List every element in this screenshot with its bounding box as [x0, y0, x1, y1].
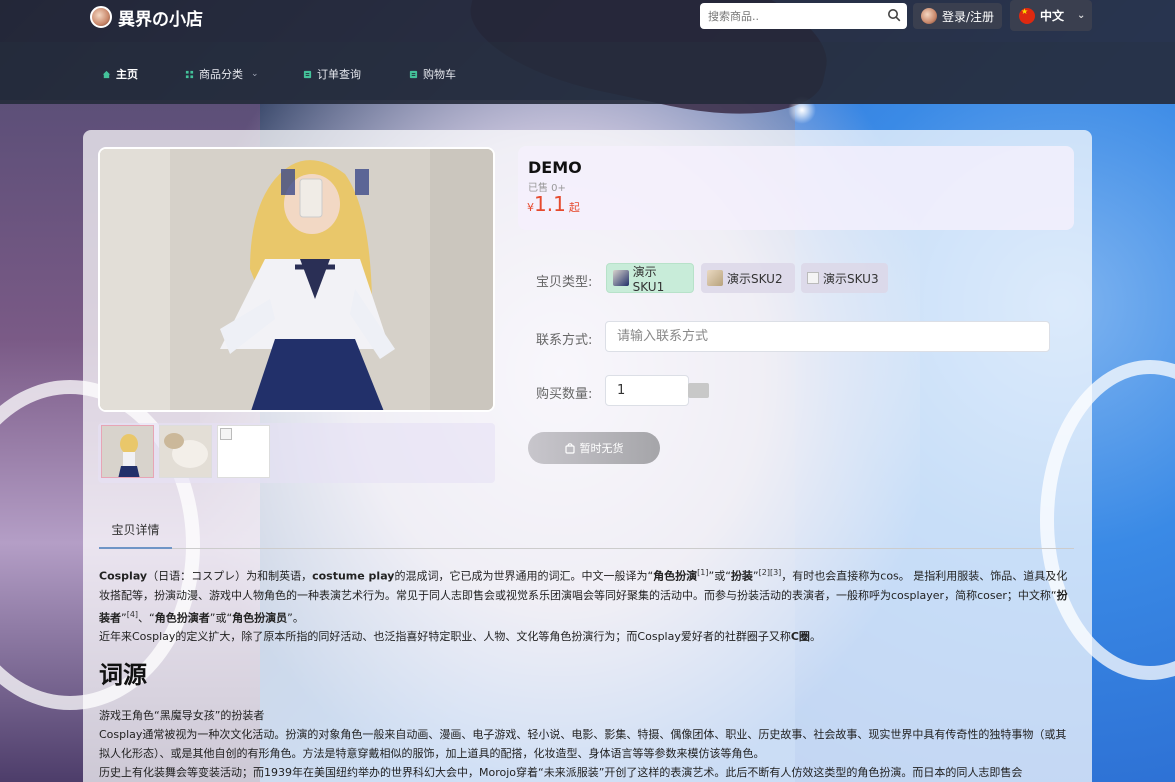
grid-icon — [185, 70, 194, 78]
search-icon[interactable] — [887, 8, 901, 22]
description-paragraph: 近年来Cosplay的定义扩大，除了原本所指的同好活动、也泛指喜好特定职业、人物… — [99, 630, 821, 644]
language-label: 中文 — [1040, 9, 1065, 23]
nav-item-categories[interactable]: 商品分类 ⌄ — [185, 66, 303, 82]
brand[interactable]: 異界の小店 — [90, 5, 203, 30]
brand-name: 異界の小店 — [118, 9, 203, 30]
price-value: 1.1 — [534, 192, 566, 216]
thumbnail-strip — [98, 423, 495, 483]
buy-button[interactable]: 暂时无货 — [528, 432, 660, 464]
product-price: ¥1.1 起 — [527, 192, 580, 216]
product-info-box: DEMO 已售 0+ ¥1.1 起 — [518, 146, 1074, 230]
currency-symbol: ¥ — [527, 201, 534, 214]
product-title: DEMO — [528, 158, 582, 177]
tab-product-details[interactable]: 宝贝详情 — [99, 511, 172, 549]
quantity-input[interactable]: 1 — [605, 375, 689, 406]
nav-item-home[interactable]: 主页 — [102, 66, 185, 82]
login-register-button[interactable]: 登录/注册 — [913, 3, 1002, 29]
sku-option-label: 演示SKU3 — [823, 271, 879, 286]
sku-option-1[interactable]: 演示SKU1 — [606, 263, 694, 294]
nav-item-label: 购物车 — [423, 68, 456, 81]
description-paragraph: 历史上有化装舞会等变装活动；而1939年在美国纽约举办的世界科幻大会中，Moro… — [99, 766, 1023, 780]
chevron-down-icon: ⌄ — [1077, 10, 1086, 21]
nav-item-label: 商品分类 — [199, 68, 243, 81]
language-selector[interactable]: 中文 ⌄ — [1010, 0, 1092, 31]
search-input[interactable] — [700, 4, 875, 28]
product-card: DEMO 已售 0+ ¥1.1 起 宝贝类型: 演示SKU1 演示SKU2 演示S… — [83, 130, 1092, 782]
chevron-down-icon: ⌄ — [251, 69, 259, 79]
login-label: 登录/注册 — [942, 9, 995, 24]
quantity-label: 购买数量: — [536, 387, 593, 402]
shopping-bag-icon — [564, 442, 575, 454]
section-heading: 词源 — [99, 661, 147, 690]
thumbnail-image — [102, 426, 153, 477]
contact-input[interactable]: 请输入联系方式 — [605, 321, 1050, 352]
sku-option-2[interactable]: 演示SKU2 — [701, 263, 795, 293]
broken-image-icon — [220, 428, 232, 440]
home-icon — [102, 70, 111, 78]
broken-image-icon — [807, 272, 819, 284]
citation-link[interactable]: [1] — [697, 568, 708, 577]
quantity-stepper[interactable] — [688, 383, 709, 398]
sku-swatch — [707, 270, 723, 286]
image-caption: 游戏王角色“黑魔导女孩”的扮装者 — [99, 709, 265, 723]
sku-option-3[interactable]: 演示SKU3 — [801, 263, 888, 293]
sku-swatch — [613, 270, 629, 286]
cosplay-photo — [100, 149, 493, 410]
thumbnail-1[interactable] — [101, 425, 154, 478]
search-box — [700, 3, 907, 29]
main-navigation: 主页 商品分类 ⌄ 订单查询 购物车 — [0, 42, 1175, 104]
nav-item-order-lookup[interactable]: 订单查询 — [303, 66, 409, 82]
description-paragraph: Cosplay（日语：コスプレ）为和制英语，costume play的混成词，它… — [99, 568, 1068, 625]
nav-item-label: 订单查询 — [317, 68, 361, 81]
price-suffix: 起 — [568, 201, 580, 214]
avatar-icon — [921, 8, 937, 24]
description-paragraph: Cosplay通常被视为一种次文化活动。扮演的对象角色一般来自动画、漫画、电子游… — [99, 728, 1067, 761]
thumbnail-2[interactable] — [159, 425, 212, 478]
contact-label: 联系方式: — [536, 333, 593, 348]
brand-logo-icon — [90, 6, 112, 28]
nav-item-label: 主页 — [116, 68, 138, 81]
thumbnail-3-broken[interactable] — [217, 425, 270, 478]
product-description: Cosplay（日语：コスプレ）为和制英语，costume play的混成词，它… — [99, 563, 1074, 782]
thumbnail-image — [160, 426, 211, 477]
top-bar: 異界の小店 登录/注册 中文 ⌄ — [0, 0, 1175, 42]
cart-icon — [409, 70, 418, 78]
sku-option-label: 演示SKU1 — [632, 264, 665, 294]
sku-label: 宝贝类型: — [536, 275, 593, 290]
nav-item-cart[interactable]: 购物车 — [409, 66, 489, 82]
citation-link[interactable]: [2][3] — [759, 568, 782, 577]
detail-tabs: 宝贝详情 — [99, 511, 1074, 549]
china-flag-icon — [1019, 7, 1035, 24]
product-main-image[interactable] — [98, 147, 495, 412]
sku-option-label: 演示SKU2 — [727, 271, 783, 286]
receipt-icon — [303, 70, 312, 78]
buy-button-label: 暂时无货 — [579, 442, 624, 455]
citation-link[interactable]: [4] — [127, 610, 138, 619]
